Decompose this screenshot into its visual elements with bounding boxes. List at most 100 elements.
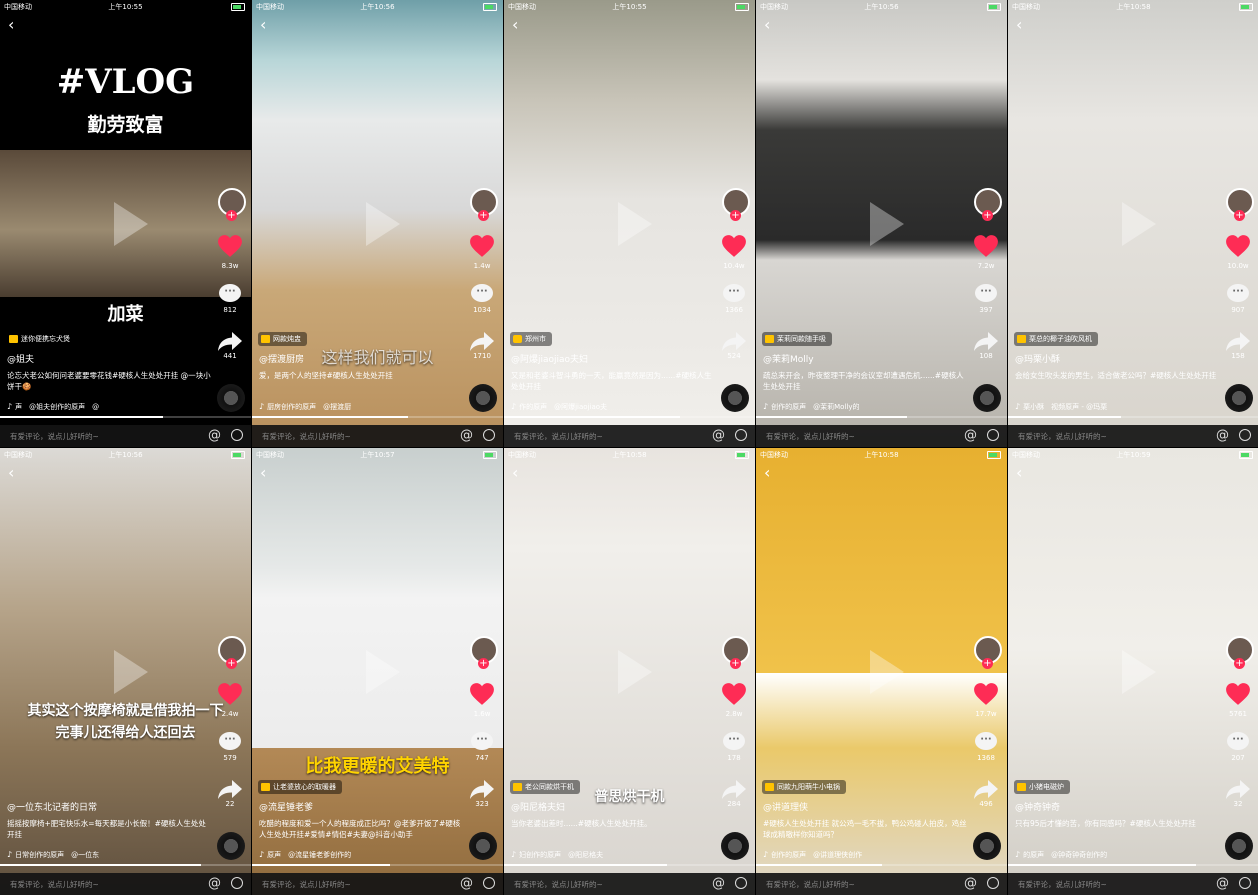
video-panel[interactable]: 其实这个按摩椅就是借我拍一下 完事儿还得给人还回去 中国移动 上午10:56 ‹ +2.4…: [0, 448, 251, 895]
comment-bar[interactable]: 有爱评论，说点儿好听的~ @: [0, 873, 251, 895]
product-tag[interactable]: 迷你便携忘犬煲: [6, 332, 76, 346]
heart-icon[interactable]: [721, 234, 747, 258]
heart-icon[interactable]: [469, 234, 495, 258]
author-name[interactable]: @姐夫: [7, 352, 34, 365]
comment-icon[interactable]: [1227, 284, 1249, 302]
product-tag[interactable]: 让老婆放心的取暖器: [258, 780, 342, 794]
at-icon[interactable]: @: [712, 428, 725, 443]
progress-bar[interactable]: [504, 416, 755, 418]
play-icon[interactable]: [1121, 201, 1156, 246]
video-panel[interactable]: 中国移动上午10:56 ‹ +7.2w 397 108 茉莉同款随手吸 @茉莉Molly 疏总…: [756, 0, 1007, 447]
emoji-icon[interactable]: [735, 877, 747, 889]
comment-input[interactable]: 有爱评论，说点儿好听的~: [514, 431, 603, 442]
progress-bar[interactable]: [0, 416, 251, 418]
share-icon[interactable]: [217, 778, 243, 800]
music-credit[interactable]: ♪ 厨房创作的原声 @摆渡厨: [259, 402, 459, 412]
music-disc-icon[interactable]: [1225, 384, 1253, 412]
emoji-icon[interactable]: [735, 429, 747, 441]
music-disc-icon[interactable]: [721, 832, 749, 860]
author-name[interactable]: @摆渡厨房: [259, 352, 304, 365]
video-panel[interactable]: 普思烘干机中国移动上午10:58‹+2.8w178284老公同款烘干机@阳尼格夫…: [504, 448, 755, 895]
follow-icon[interactable]: +: [226, 210, 237, 221]
share-icon[interactable]: [469, 330, 495, 352]
comment-input[interactable]: 有爱评论，说点儿好听的~: [10, 431, 99, 442]
share-icon[interactable]: [721, 778, 747, 800]
music-credit[interactable]: ♪ 栗小酥 视频原声 - @玛栗: [1015, 402, 1215, 412]
comment-input[interactable]: 有爱评论，说点儿好听的~: [1018, 879, 1107, 890]
emoji-icon[interactable]: [483, 429, 495, 441]
progress-bar[interactable]: [504, 864, 755, 866]
share-icon[interactable]: [721, 330, 747, 352]
product-tag[interactable]: 栗总的椰子油吹风机: [1014, 332, 1098, 346]
comment-input[interactable]: 有爱评论，说点儿好听的~: [766, 431, 855, 442]
follow-icon[interactable]: +: [982, 658, 993, 669]
at-icon[interactable]: @: [964, 428, 977, 443]
author-name[interactable]: @阿爆jiaojiao夫妇: [511, 352, 588, 365]
music-credit[interactable]: ♪ 日常创作的原声 @一位东: [7, 850, 207, 860]
heart-icon[interactable]: [469, 682, 495, 706]
share-icon[interactable]: [217, 330, 243, 352]
back-icon[interactable]: ‹: [512, 17, 518, 33]
play-icon[interactable]: [113, 649, 148, 694]
at-icon[interactable]: @: [208, 428, 221, 443]
music-disc-icon[interactable]: [469, 832, 497, 860]
follow-icon[interactable]: +: [1234, 210, 1245, 221]
author-name[interactable]: @讲道理侠: [763, 800, 808, 813]
at-icon[interactable]: @: [1216, 428, 1229, 443]
comment-bar[interactable]: 有爱评论，说点儿好听的~ @: [1008, 873, 1258, 895]
play-icon[interactable]: [869, 201, 904, 246]
music-disc-icon[interactable]: [217, 832, 245, 860]
comment-input[interactable]: 有爱评论，说点儿好听的~: [262, 879, 351, 890]
emoji-icon[interactable]: [987, 429, 999, 441]
author-name[interactable]: @钟奇钟奇: [1015, 800, 1060, 813]
comment-icon[interactable]: [471, 732, 493, 750]
at-icon[interactable]: @: [964, 876, 977, 891]
comment-bar[interactable]: 有爱评论，说点儿好听的~ @: [1008, 425, 1258, 447]
product-tag[interactable]: 茉莉同款随手吸: [762, 332, 832, 346]
comment-icon[interactable]: [975, 732, 997, 750]
follow-icon[interactable]: +: [730, 210, 741, 221]
back-icon[interactable]: ‹: [1016, 465, 1022, 481]
music-credit[interactable]: ♪ 的原声 @钟奇钟奇创作的: [1015, 850, 1215, 860]
video-panel[interactable]: 中国移动上午10:55 ‹ +10.4w 1366 524 郑州市 @阿爆jiaojiao夫…: [504, 0, 755, 447]
author-name[interactable]: @玛栗小酥: [1015, 352, 1060, 365]
music-credit[interactable]: ♪ 作的原声 @阿爆jiaojiao夫: [511, 402, 711, 412]
follow-icon[interactable]: +: [1234, 658, 1245, 669]
heart-icon[interactable]: [1225, 682, 1251, 706]
comment-bar[interactable]: 有爱评论，说点儿好听的~ @: [756, 425, 1007, 447]
at-icon[interactable]: @: [208, 876, 221, 891]
music-disc-icon[interactable]: [469, 384, 497, 412]
comment-input[interactable]: 有爱评论，说点儿好听的~: [10, 879, 99, 890]
at-icon[interactable]: @: [1216, 876, 1229, 891]
music-credit[interactable]: ♪ 原声 @流星锤老爹创作的: [259, 850, 459, 860]
back-icon[interactable]: ‹: [8, 17, 14, 33]
music-disc-icon[interactable]: [973, 384, 1001, 412]
author-name[interactable]: @一位东北记者的日常: [7, 800, 97, 813]
emoji-icon[interactable]: [1239, 877, 1251, 889]
follow-icon[interactable]: +: [226, 658, 237, 669]
music-credit[interactable]: ♪ 妇创作的原声 @阳尼格夫: [511, 850, 711, 860]
play-icon[interactable]: [869, 649, 904, 694]
comment-bar[interactable]: 有爱评论，说点儿好听的~ @: [504, 425, 755, 447]
progress-bar[interactable]: [252, 416, 503, 418]
comment-icon[interactable]: [471, 284, 493, 302]
emoji-icon[interactable]: [987, 877, 999, 889]
product-tag[interactable]: 网款炖盅: [258, 332, 307, 346]
comment-bar[interactable]: 有爱评论，说点儿好听的~ @: [504, 873, 755, 895]
emoji-icon[interactable]: [231, 877, 243, 889]
follow-icon[interactable]: +: [478, 210, 489, 221]
follow-icon[interactable]: +: [982, 210, 993, 221]
video-panel[interactable]: 比我更暖的艾美特中国移动上午10:57‹+1.6w747323让老婆放心的取暖器…: [252, 448, 503, 895]
progress-bar[interactable]: [756, 416, 1007, 418]
music-credit[interactable]: ♪ 声 @姐夫创作的原声 @: [7, 402, 207, 412]
back-icon[interactable]: ‹: [260, 465, 266, 481]
follow-icon[interactable]: +: [478, 658, 489, 669]
comment-bar[interactable]: 有爱评论，说点儿好听的~ @: [0, 425, 251, 447]
back-icon[interactable]: ‹: [260, 17, 266, 33]
comment-input[interactable]: 有爱评论，说点儿好听的~: [766, 879, 855, 890]
heart-icon[interactable]: [721, 682, 747, 706]
share-icon[interactable]: [973, 330, 999, 352]
heart-icon[interactable]: [217, 234, 243, 258]
comment-input[interactable]: 有爱评论，说点儿好听的~: [262, 431, 351, 442]
music-credit[interactable]: ♪ 创作的原声 @讲道理侠创作: [763, 850, 963, 860]
